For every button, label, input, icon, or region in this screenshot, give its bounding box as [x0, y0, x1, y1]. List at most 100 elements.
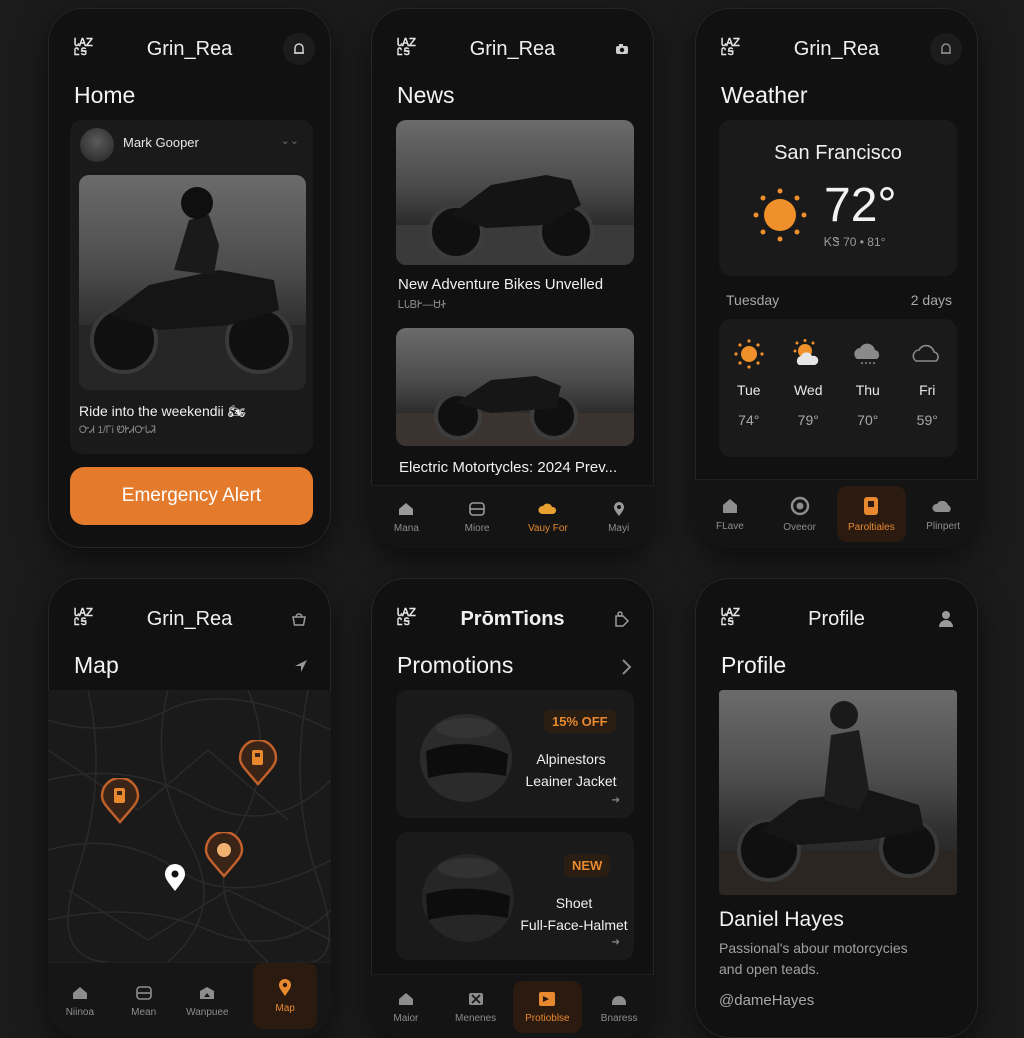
day-label: Tuesday	[726, 292, 780, 308]
profile-photo[interactable]	[719, 690, 957, 895]
nav-label: Menenes	[455, 1012, 497, 1024]
bottom-nav: Mana Miore Vauy For Mayi	[371, 485, 654, 548]
post-photo[interactable]	[79, 175, 306, 390]
forecast-day-label: Fri	[919, 382, 936, 398]
promo-card[interactable]: NEW Shoet Full-Face-Halmet ➔	[396, 832, 634, 960]
nav-item-planner[interactable]: Plinpert	[908, 480, 978, 548]
top-bar: ᏓᎪᏃ ᏝᎦ Grin_Rea	[48, 600, 331, 638]
discount-badge: 15% OFF	[544, 710, 616, 733]
profile-name: Daniel Hayes	[719, 908, 844, 931]
user-icon[interactable]	[930, 603, 962, 635]
avatar[interactable]	[80, 128, 114, 162]
garage-icon	[200, 986, 215, 999]
arrow-icon[interactable]: ➔	[612, 795, 620, 806]
nav-item-business[interactable]: Bnaress	[584, 975, 654, 1038]
nav-item-menu[interactable]: Mean	[112, 963, 176, 1038]
forecast-day[interactable]: Thu 70°	[838, 339, 898, 428]
fuel-station-pin[interactable]	[100, 778, 140, 824]
home-icon	[72, 986, 87, 999]
post-meta: ᏅᏗ 1/ᎱᎥ ᏬᎨᏗᏅᏓᏘ	[79, 425, 156, 436]
chevron-right-icon[interactable]	[620, 658, 632, 676]
nav-item-garage[interactable]: Wanpuee	[176, 963, 240, 1038]
forecast-temp: 70°	[857, 412, 879, 428]
promo-card[interactable]: 15% OFF Alpinestors Leainer Jacket ➔	[396, 690, 634, 818]
home-icon	[722, 498, 737, 513]
bell-icon[interactable]	[930, 33, 962, 65]
nav-item-home[interactable]: Niinoa	[48, 963, 112, 1038]
news-photo-2[interactable]	[396, 328, 634, 446]
cloud-icon	[912, 344, 940, 362]
nav-item-partials[interactable]: Paroltiales	[836, 486, 907, 542]
city-name: San Francisco	[774, 142, 902, 164]
sun-icon	[753, 188, 807, 242]
nav-item-menus[interactable]: Menenes	[441, 975, 511, 1038]
location-pin-icon	[279, 978, 292, 996]
location-pin-icon	[613, 501, 624, 516]
forecast-temp: 74°	[738, 412, 760, 428]
camera-icon[interactable]	[606, 33, 638, 65]
helmet-icon	[612, 995, 627, 1005]
nav-label: Bnaress	[600, 1012, 638, 1024]
arrow-icon[interactable]: ➔	[612, 937, 620, 948]
nav-label: Oveeor	[783, 521, 817, 533]
electric-motorcycle-image	[396, 376, 634, 446]
nav-item-map[interactable]: Map	[253, 963, 317, 1029]
more-icon[interactable]: ⌄⌄	[281, 134, 299, 147]
forecast-temp: 59°	[916, 412, 938, 428]
home-icon	[399, 502, 414, 515]
news-screen: ᏓᎪᏃ ᏝᎦ Grin_Rea News New Adventure Bikes …	[371, 8, 654, 548]
cloud-icon	[932, 500, 951, 512]
fuel-station-pin[interactable]	[238, 740, 278, 786]
tag-icon[interactable]	[606, 603, 638, 635]
nav-label: Mayi	[608, 522, 630, 534]
poi-pin[interactable]	[204, 832, 244, 878]
nav-label: FLave	[715, 520, 744, 532]
forecast-day[interactable]: Tue 74°	[719, 339, 779, 428]
nav-item-overview[interactable]: Oveeor	[765, 480, 835, 548]
top-bar: ᏓᎪᏃ ᏝᎦ Grin_Rea	[48, 30, 331, 68]
post-author[interactable]: Mark Gooper	[123, 135, 199, 150]
forecast-day-label: Tue	[736, 382, 761, 398]
page-title: Profile	[721, 652, 787, 678]
days-range-label[interactable]: 2 days	[911, 292, 952, 308]
new-badge: NEW	[564, 854, 611, 877]
bell-icon[interactable]	[283, 33, 315, 65]
basket-icon[interactable]	[283, 603, 315, 635]
sun-icon	[734, 339, 764, 369]
profile-handle[interactable]: @dameHayes	[719, 992, 814, 1009]
nav-item-favorites[interactable]: Vauy For	[513, 486, 584, 548]
weather-screen: ᏓᎪᏃ ᏝᎦ Grin_Rea Weather San Francisco 72°…	[695, 8, 978, 548]
map-view[interactable]	[48, 689, 331, 964]
nav-item-home[interactable]: Maior	[371, 975, 441, 1038]
navigate-arrow-icon[interactable]	[293, 658, 309, 674]
nav-item-home[interactable]: Mana	[371, 486, 442, 548]
nav-label: Vauy For	[527, 522, 568, 534]
bottom-nav: FLave Oveeor Paroltiales Plinpert	[695, 479, 978, 548]
nav-item-promotions[interactable]: Protioblse	[512, 981, 583, 1033]
forecast-temp: 79°	[797, 412, 819, 428]
news-sub-1: ᏞᏓᏴᎨ—ᏌᏐ	[398, 299, 447, 311]
forecast-card: Tue 74° Wed 79° Thu 70° Fri 59°	[719, 319, 957, 457]
bottom-nav: Niinoa Mean Wanpuee Map	[48, 962, 331, 1038]
nav-item-more[interactable]: Miore	[442, 486, 513, 548]
partly-cloudy-icon	[793, 339, 819, 365]
current-location-pin[interactable]	[164, 864, 186, 892]
news-headline-1[interactable]: New Adventure Bikes Unvelled	[398, 276, 603, 293]
news-headline-2[interactable]: Electric Motortycles: 2024 Prev...	[399, 459, 617, 476]
nav-label: Map	[275, 1002, 295, 1014]
news-photo-1[interactable]	[396, 120, 634, 265]
nav-item-map[interactable]: Mayi	[583, 486, 654, 548]
nav-label: Miore	[464, 522, 490, 534]
forecast-day[interactable]: Fri 59°	[898, 339, 958, 428]
record-icon	[790, 496, 809, 515]
forecast-row: Tue 74° Wed 79° Thu 70° Fri 59°	[719, 339, 957, 428]
helmet-image	[420, 714, 512, 802]
profile-bio: Passional's abour motorcycies and open t…	[719, 940, 908, 977]
feed-post[interactable]: Mark Gooper ⌄⌄ Ride into the weekendii 🏍…	[70, 120, 313, 454]
nav-label: Niinoa	[65, 1006, 95, 1018]
forecast-day[interactable]: Wed 79°	[779, 339, 839, 428]
emergency-alert-button[interactable]: Emergency Alert	[70, 467, 313, 525]
product-name: Alpinestors Leainer Jacket	[525, 751, 617, 789]
nav-item-home[interactable]: FLave	[695, 480, 765, 548]
current-weather-card: San Francisco 72° ᏦᏕ 70 • 81°	[719, 120, 957, 276]
